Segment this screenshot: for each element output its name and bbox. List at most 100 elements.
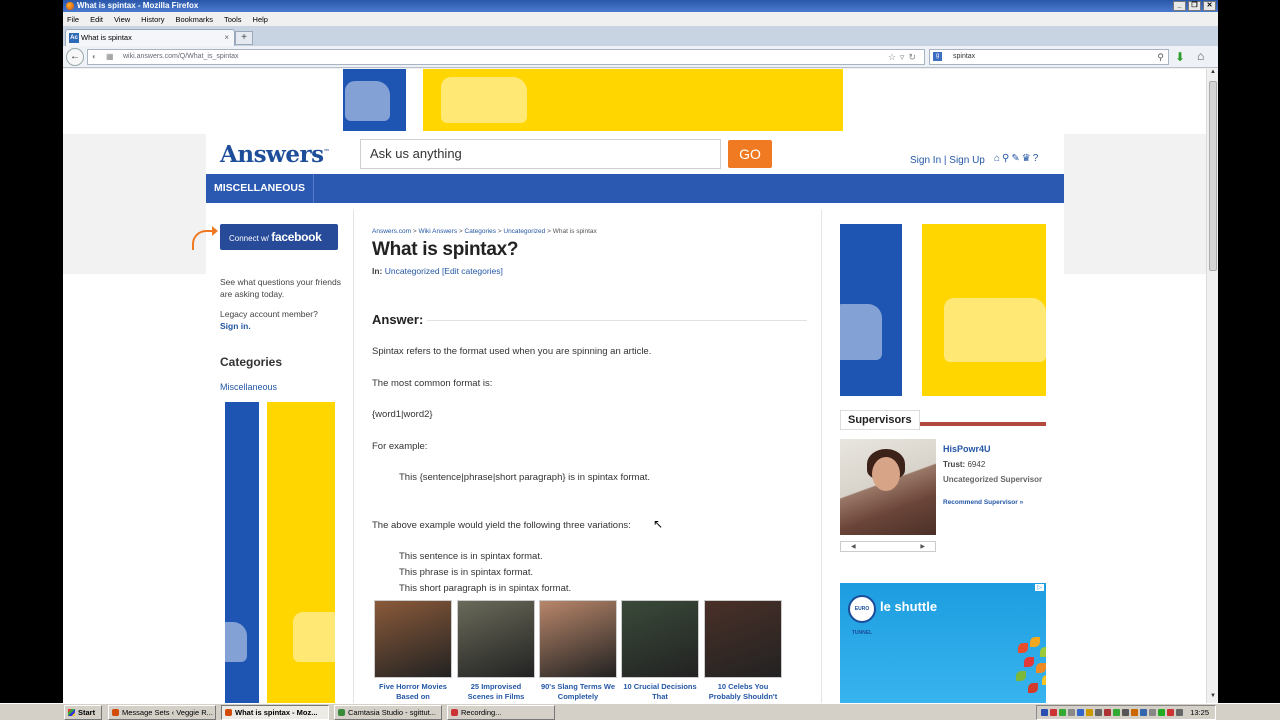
tray-icon[interactable] [1077, 709, 1084, 716]
home-icon[interactable]: ⌂ [1197, 49, 1204, 63]
download-icon[interactable]: ⬇ [1175, 50, 1185, 64]
related-thumb[interactable]: Five Horror Movies Based on [374, 600, 452, 702]
tray-icon[interactable] [1086, 709, 1093, 716]
site-identity-icon[interactable]: ▦ [106, 52, 116, 62]
menu-tools[interactable]: Tools [224, 15, 242, 24]
start-button[interactable]: Start [64, 705, 102, 720]
new-tab-button[interactable]: + [235, 31, 253, 45]
right-ad-blue[interactable] [840, 224, 902, 396]
eurotunnel-ad[interactable]: ▷ EURO TUNNEL le shuttle [840, 583, 1046, 703]
left-ad-yellow[interactable] [267, 402, 335, 703]
edit-categories-link[interactable]: [Edit categories] [442, 266, 503, 276]
menu-history[interactable]: History [141, 15, 164, 24]
breadcrumb-link[interactable]: Uncategorized [503, 228, 545, 235]
url-bar[interactable]: ◐ ▦ wiki.answers.com/Q/What_is_spintax ☆… [87, 49, 925, 65]
top-banner-ad-blue[interactable] [343, 69, 406, 131]
tray-icon[interactable] [1059, 709, 1066, 716]
taskbar-item-active[interactable]: What is spintax - Moz... [221, 705, 329, 720]
thumbnail-caption[interactable]: 90's Slang Terms We Completely [539, 682, 617, 702]
go-button[interactable]: GO [728, 140, 772, 168]
url-text: wiki.answers.com/Q/What_is_spintax [123, 53, 239, 60]
menu-edit[interactable]: Edit [90, 15, 103, 24]
page-viewport: Answers™ Ask us anything GO Sign In | Si… [63, 69, 1206, 703]
tab-what-is-spintax[interactable]: Ac What is spintax × [65, 29, 235, 46]
google-engine-icon[interactable]: g [933, 52, 942, 61]
tray-icon[interactable] [1068, 709, 1075, 716]
search-icon[interactable]: ⚲ [1157, 50, 1164, 64]
tray-icon[interactable] [1149, 709, 1156, 716]
search-icon[interactable]: ⚲ [1002, 153, 1011, 164]
tools-icon[interactable]: ✎ [1011, 153, 1021, 164]
category-link-miscellaneous[interactable]: Miscellaneous [220, 382, 277, 392]
next-arrow-icon[interactable]: ▶ [920, 543, 925, 550]
firefox-icon [112, 709, 119, 716]
thumbnail-image [539, 600, 617, 678]
related-thumb[interactable]: 10 Celebs You Probably Shouldn't [704, 600, 782, 702]
legacy-sign-in-link[interactable]: Sign in. [220, 320, 344, 332]
tab-label: What is spintax [81, 33, 132, 42]
answer-line: This short paragraph is in spintax forma… [399, 583, 572, 594]
scrollbar-thumb[interactable] [1209, 81, 1217, 271]
help-icon[interactable]: ? [1033, 153, 1041, 164]
answer-heading: Answer: [372, 312, 424, 327]
avatar[interactable] [840, 439, 936, 535]
thumbnail-caption[interactable]: 10 Crucial Decisions That [621, 682, 699, 702]
breadcrumb-link[interactable]: Categories [465, 228, 496, 235]
thumbnail-caption[interactable]: 10 Celebs You Probably Shouldn't [704, 682, 782, 702]
left-ad-blue[interactable] [225, 402, 259, 703]
tray-icon[interactable] [1131, 709, 1138, 716]
menu-help[interactable]: Help [253, 15, 268, 24]
tray-icon[interactable] [1041, 709, 1048, 716]
thumbnail-caption[interactable]: Five Horror Movies Based on [374, 682, 452, 702]
tab-miscellaneous[interactable]: MISCELLANEOUS [206, 174, 315, 203]
search-bar[interactable]: g spintax ⚲ [929, 49, 1169, 65]
breadcrumb-link[interactable]: Wiki Answers [418, 228, 457, 235]
category-link-uncategorized[interactable]: Uncategorized [385, 266, 440, 276]
ask-search-input[interactable]: Ask us anything [360, 139, 721, 169]
tray-icon[interactable] [1095, 709, 1102, 716]
maximize-button[interactable]: ❐ [1188, 1, 1201, 11]
breadcrumb-link[interactable]: Answers.com [372, 228, 411, 235]
minimize-button[interactable]: _ [1173, 1, 1186, 11]
right-ad-yellow[interactable] [922, 224, 1046, 396]
adchoices-icon[interactable]: ▷ [1035, 584, 1044, 591]
close-button[interactable]: ✕ [1203, 1, 1216, 11]
connect-facebook-button[interactable]: Connect w/ facebook [220, 224, 338, 250]
related-thumb[interactable]: 90's Slang Terms We Completely [539, 600, 617, 702]
taskbar-item[interactable]: Message Sets ‹ Veggie R... [108, 705, 216, 720]
menu-file[interactable]: File [67, 15, 79, 24]
related-thumb[interactable]: 10 Crucial Decisions That [621, 600, 699, 702]
tray-icon[interactable] [1158, 709, 1165, 716]
tray-icon[interactable] [1176, 709, 1183, 716]
scroll-down-icon[interactable]: ▼ [1207, 693, 1218, 703]
tray-icon[interactable] [1167, 709, 1174, 716]
supervisor-name-link[interactable]: HisPowr4U [943, 444, 991, 454]
tab-close-icon[interactable]: × [224, 30, 229, 46]
bookmark-star-icon[interactable]: ☆▿↻ [888, 50, 920, 64]
back-button[interactable]: ← [66, 48, 84, 66]
thumbnail-caption[interactable]: 25 Improvised Scenes in Films [457, 682, 535, 702]
home-icon[interactable]: ⌂ [994, 153, 1002, 164]
tray-icon[interactable] [1140, 709, 1147, 716]
categories-heading: Categories [220, 355, 283, 369]
eurotunnel-logo: EURO TUNNEL [848, 595, 876, 636]
recommend-supervisor-link[interactable]: Recommend Supervisor » [943, 499, 1023, 506]
system-tray: 13:25 [1036, 705, 1216, 720]
tray-icon[interactable] [1113, 709, 1120, 716]
taskbar-item[interactable]: Recording... [447, 705, 555, 720]
prev-arrow-icon[interactable]: ◀ [851, 543, 856, 550]
top-banner-ad-yellow[interactable] [423, 69, 843, 131]
taskbar-item[interactable]: Camtasia Studio - sgittut... [334, 705, 442, 720]
answers-logo[interactable]: Answers™ [220, 141, 329, 168]
related-thumb[interactable]: 25 Improvised Scenes in Films [457, 600, 535, 702]
menu-bookmarks[interactable]: Bookmarks [176, 15, 214, 24]
vertical-scrollbar[interactable]: ▲ ▼ [1206, 69, 1218, 703]
scroll-up-icon[interactable]: ▲ [1207, 69, 1218, 79]
left-sidebar: Connect w/ facebook See what questions y… [192, 210, 354, 703]
tray-icon[interactable] [1104, 709, 1111, 716]
tray-icon[interactable] [1050, 709, 1057, 716]
trophy-icon[interactable]: ♛ [1022, 153, 1033, 164]
tray-icon[interactable] [1122, 709, 1129, 716]
menu-view[interactable]: View [114, 15, 130, 24]
sign-in-link[interactable]: Sign In | Sign Up [910, 155, 985, 166]
